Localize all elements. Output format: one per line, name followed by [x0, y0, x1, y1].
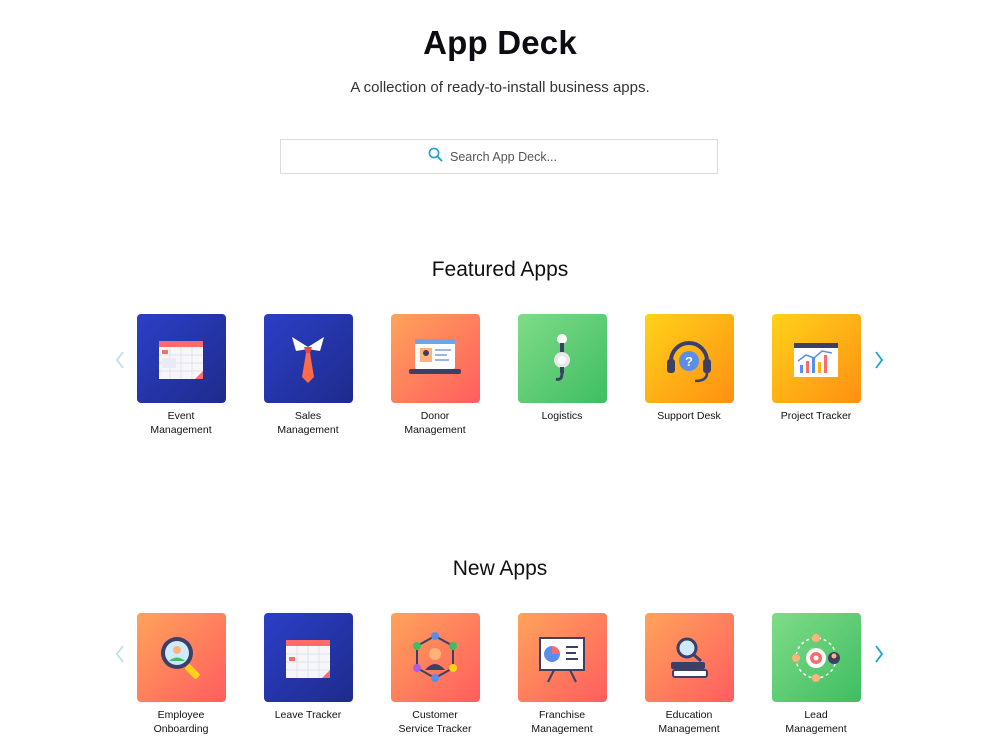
search-icon: [428, 147, 443, 167]
app-tile-donor-management[interactable]: Donor Management: [380, 314, 490, 437]
app-label: Employee Onboarding: [153, 709, 209, 735]
headset-icon: ?: [644, 314, 734, 403]
laptop-profile-icon: [390, 314, 480, 403]
crane-hook-icon: [517, 314, 607, 403]
books-magnifier-icon: [644, 613, 734, 702]
app-tile-sales-management[interactable]: Sales Management: [253, 314, 363, 437]
new-next-arrow[interactable]: [869, 642, 889, 666]
chevron-left-icon: [116, 645, 124, 663]
featured-apps-heading: Featured Apps: [431, 258, 569, 281]
app-label: Lead Management: [785, 709, 847, 735]
page-subtitle: A collection of ready-to-install busines…: [350, 79, 650, 96]
app-tile-leave-tracker[interactable]: Leave Tracker: [253, 613, 363, 722]
app-label: Event Management: [150, 410, 212, 436]
app-tile-lead-management[interactable]: Lead Management: [761, 613, 871, 736]
app-tile-event-management[interactable]: Event Management: [126, 314, 236, 437]
app-label: Logistics: [541, 410, 583, 422]
presentation-board-icon: [517, 613, 607, 702]
app-label: Franchise Management: [531, 709, 593, 735]
featured-next-arrow[interactable]: [869, 348, 889, 372]
app-label: Customer Service Tracker: [398, 709, 472, 735]
app-label: Education Management: [658, 709, 720, 735]
app-label: Sales Management: [277, 410, 339, 436]
new-apps-heading: New Apps: [452, 557, 548, 580]
chevron-right-icon: [875, 645, 884, 663]
necktie-icon: [263, 314, 353, 403]
app-tile-education-management[interactable]: Education Management: [634, 613, 744, 736]
app-tile-project-tracker[interactable]: Project Tracker: [761, 314, 871, 423]
chart-window-icon: [771, 314, 861, 403]
page-title: App Deck: [423, 24, 577, 61]
calendar-icon: [263, 613, 353, 702]
app-label: Leave Tracker: [274, 709, 342, 721]
app-label: Donor Management: [404, 410, 466, 436]
featured-apps-carousel: Event Management Sales Management Donor …: [0, 314, 1000, 444]
app-tile-customer-service-tracker[interactable]: Customer Service Tracker: [380, 613, 490, 736]
new-apps-carousel: Employee Onboarding Leave Tracker Custom…: [0, 613, 1000, 743]
magnifier-person-icon: [136, 613, 226, 702]
target-people-icon: [771, 613, 861, 702]
chevron-right-icon: [875, 351, 884, 369]
search-input[interactable]: [450, 149, 570, 164]
app-label: Project Tracker: [780, 410, 852, 422]
app-tile-employee-onboarding[interactable]: Employee Onboarding: [126, 613, 236, 736]
app-label: Support Desk: [657, 410, 721, 422]
network-agent-icon: [390, 613, 480, 702]
calendar-icon: [136, 314, 226, 403]
app-tile-logistics[interactable]: Logistics: [507, 314, 617, 423]
app-tile-support-desk[interactable]: ? Support Desk: [634, 314, 744, 423]
chevron-left-icon: [116, 351, 124, 369]
svg-text:?: ?: [685, 354, 693, 369]
app-tile-franchise-management[interactable]: Franchise Management: [507, 613, 617, 736]
search-bar[interactable]: [280, 139, 718, 174]
